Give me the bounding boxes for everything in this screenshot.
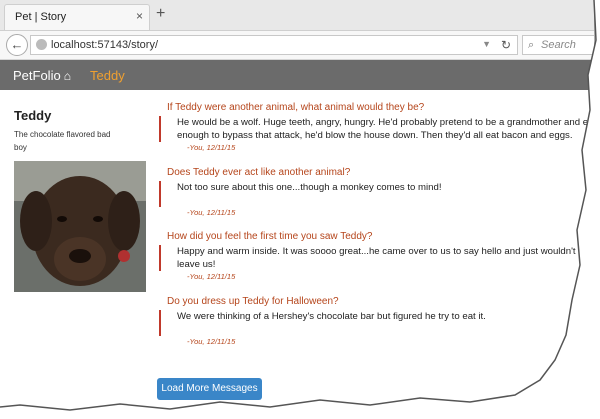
reload-icon[interactable]: ↻	[501, 38, 511, 52]
navigation-toolbar: ← localhost:57143/story/ ▼ ↻ ⌕ Search	[0, 31, 594, 60]
message-answer: Not too sure about this one...though a m…	[177, 182, 442, 193]
message-item: Does Teddy ever act like another animal?…	[159, 167, 594, 217]
message-answer: He would be a wolf. Huge teeth, angry, h…	[177, 117, 594, 141]
globe-icon	[36, 39, 47, 50]
message-byline: -You, 12/11/15	[187, 143, 236, 152]
tab-title: Pet | Story	[15, 11, 67, 23]
message-question: Do you dress up Teddy for Halloween?	[167, 296, 339, 307]
tab-story[interactable]: Pet | Story ×	[4, 4, 150, 30]
message-answer: We were thinking of a Hershey's chocolat…	[177, 311, 486, 322]
nav-link-teddy[interactable]: Teddy	[90, 68, 125, 83]
close-icon[interactable]: ×	[136, 9, 143, 23]
search-input[interactable]: ⌕ Search	[522, 35, 594, 55]
pet-description: The chocolate flavored bad boy	[14, 130, 111, 152]
message-byline: -You, 12/11/15	[187, 272, 236, 281]
new-tab-icon[interactable]: +	[156, 6, 165, 22]
accent-bar	[159, 116, 161, 142]
message-item: Do you dress up Teddy for Halloween? We …	[159, 296, 594, 346]
accent-bar	[159, 310, 161, 336]
accent-bar	[159, 245, 161, 271]
pet-photo	[14, 161, 146, 292]
dog-image	[14, 161, 146, 292]
tab-bar: Pet | Story × +	[0, 0, 594, 31]
address-bar[interactable]: localhost:57143/story/ ▼ ↻	[30, 35, 518, 55]
accent-bar	[159, 181, 161, 207]
message-item: If Teddy were another animal, what anima…	[159, 102, 594, 152]
load-more-button[interactable]: Load More Messages	[157, 378, 262, 400]
message-byline: -You, 12/11/15	[187, 337, 236, 346]
chevron-down-icon[interactable]: ▼	[482, 39, 491, 49]
browser-window: Pet | Story × + ← localhost:57143/story/…	[0, 0, 594, 412]
message-item: How did you feel the first time you saw …	[159, 231, 594, 281]
search-icon: ⌕	[528, 39, 535, 51]
back-button[interactable]: ←	[6, 34, 28, 56]
message-question: Does Teddy ever act like another animal?	[167, 167, 351, 178]
url-text[interactable]: localhost:57143/story/	[51, 39, 158, 51]
message-byline: -You, 12/11/15	[187, 208, 236, 217]
pet-name: Teddy	[14, 108, 52, 123]
brand-link[interactable]: PetFolio ⌂	[13, 68, 71, 83]
message-question: If Teddy were another animal, what anima…	[167, 102, 425, 113]
search-placeholder: Search	[541, 39, 576, 51]
message-answer: Happy and warm inside. It was soooo grea…	[177, 246, 576, 270]
brand-text: PetFolio	[13, 68, 61, 83]
message-question: How did you feel the first time you saw …	[167, 231, 373, 242]
app-navbar: PetFolio ⌂ Teddy	[0, 60, 594, 90]
home-icon: ⌂	[63, 69, 71, 83]
